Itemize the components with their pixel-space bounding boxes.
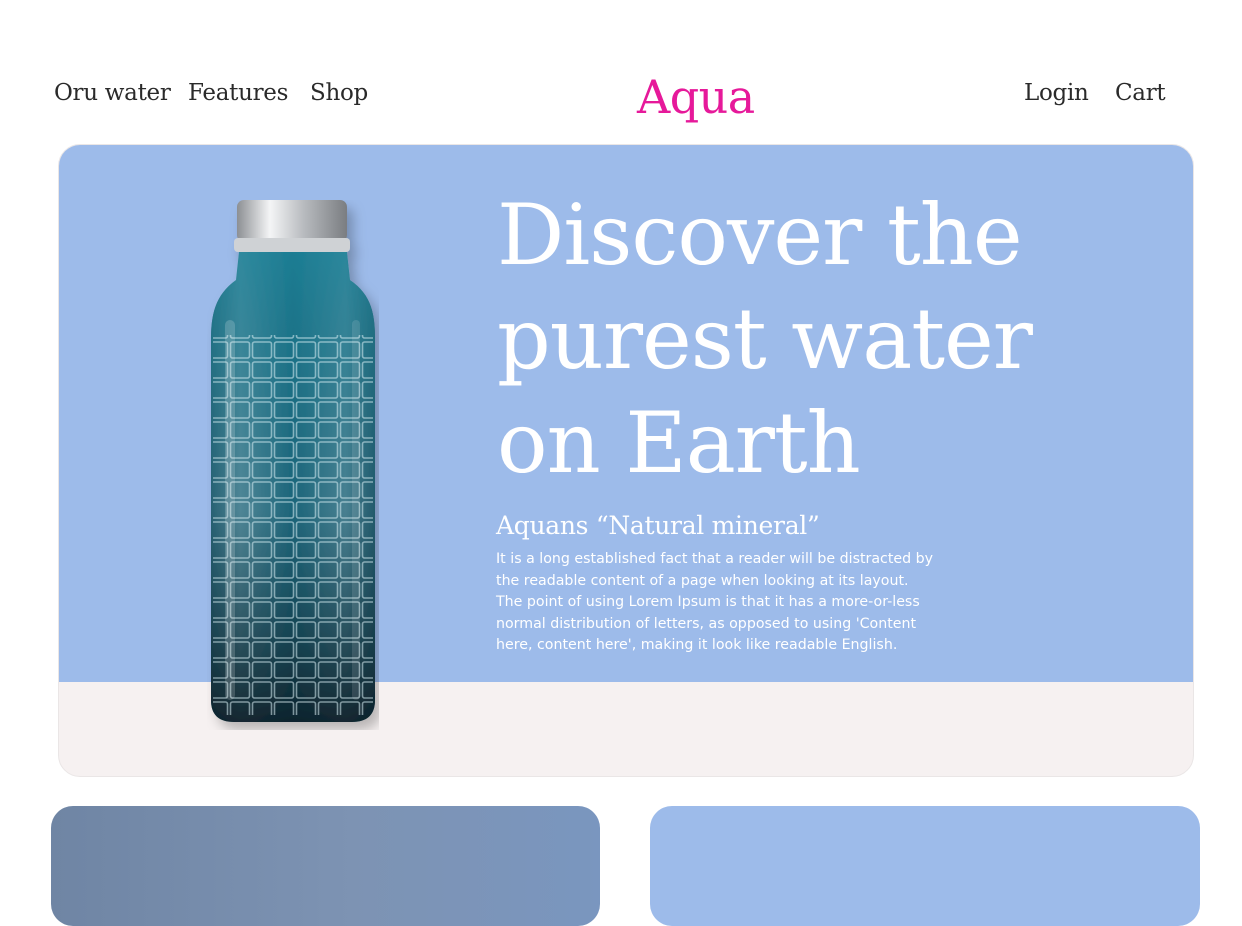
hero-section: Discover the purest water on Earth Aquan… (58, 144, 1194, 777)
nav-link-cart[interactable]: Cart (1115, 80, 1166, 106)
brand-logo[interactable]: Aqua (637, 70, 755, 124)
nav-link-shop[interactable]: Shop (310, 80, 368, 106)
water-bottle-image (207, 200, 379, 730)
headline-line: Discover the (497, 186, 1023, 284)
hero-subtitle: Aquans “Natural mineral” (496, 511, 820, 540)
headline-line: purest water (497, 290, 1033, 388)
feature-card-image (51, 806, 600, 926)
hero-headline: Discover the purest water on Earth (497, 183, 1137, 495)
nav-link-oru-water[interactable]: Oru water (54, 80, 171, 106)
headline-line: on Earth (497, 394, 861, 492)
feature-card (650, 806, 1200, 926)
nav-link-features[interactable]: Features (188, 80, 288, 106)
hero-description: It is a long established fact that a rea… (496, 551, 934, 654)
nav-link-login[interactable]: Login (1024, 80, 1089, 106)
